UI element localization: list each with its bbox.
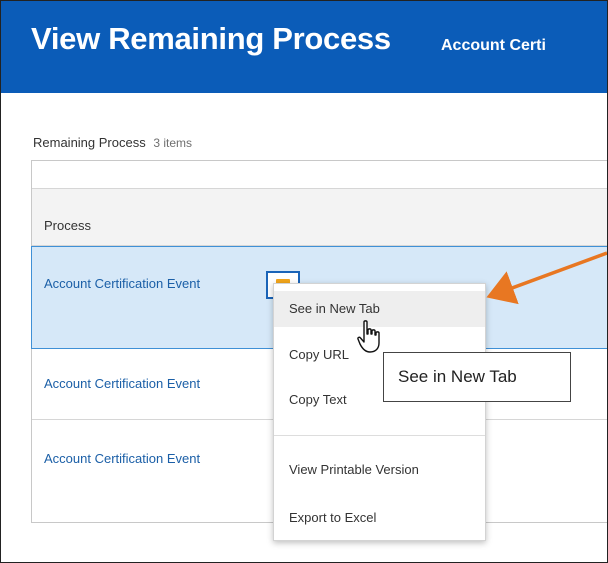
app-window: View Remaining Process Account Certi Rem… [0,0,608,563]
annotation-arrow-icon [486,251,607,305]
